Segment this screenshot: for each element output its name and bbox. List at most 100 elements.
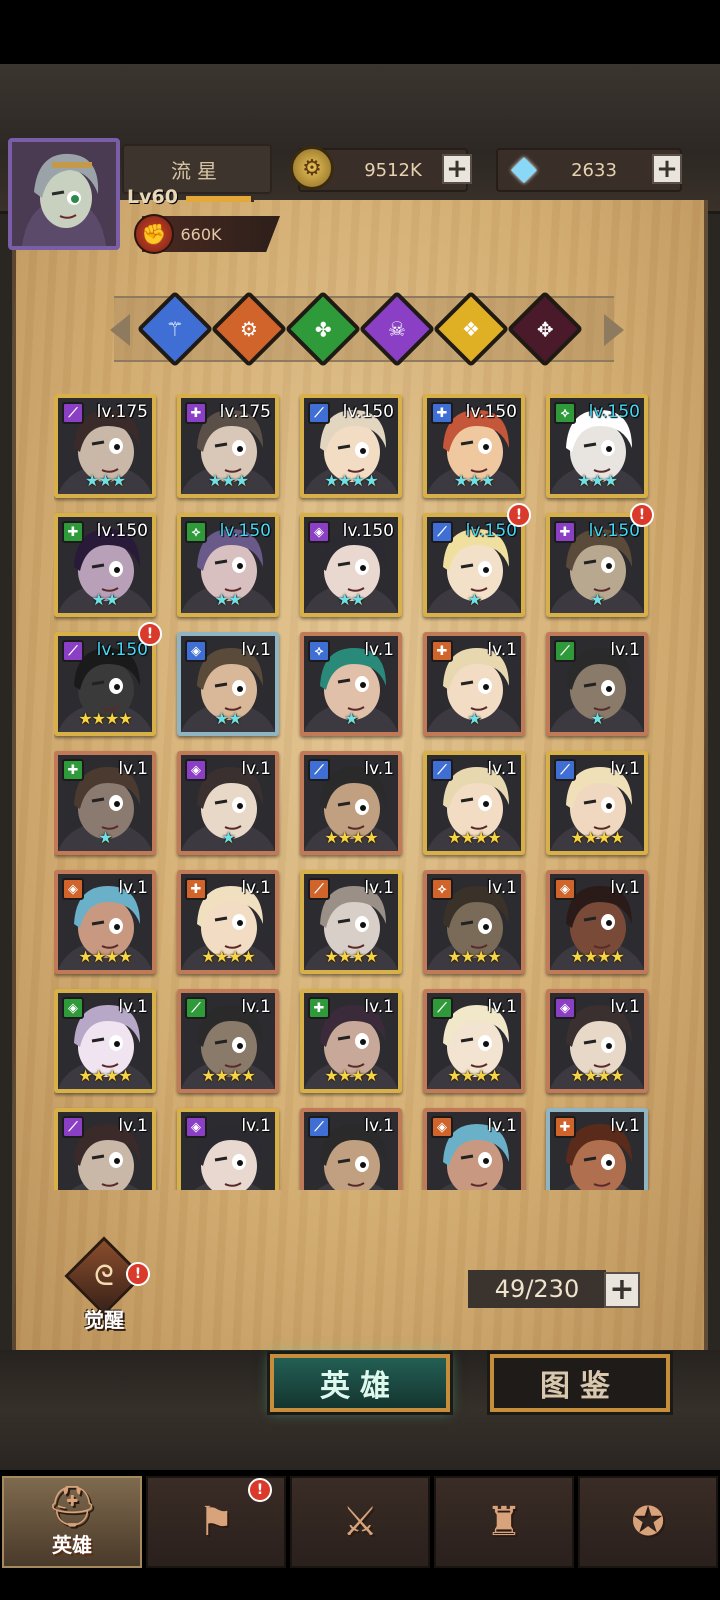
hero-card[interactable]: ⟋ lv.1 ★★★★ <box>300 870 402 974</box>
hero-level: lv.150 <box>96 640 148 660</box>
hero-card[interactable]: ⟋ lv.150 ★★★★ <box>300 394 402 498</box>
nav-battle[interactable]: ⚔ <box>290 1476 430 1568</box>
nav-heroes[interactable]: ⛑ 英雄 <box>2 1476 142 1568</box>
hero-star-rating: ★★ <box>337 590 366 609</box>
hero-class-icon: ◈ <box>62 878 84 900</box>
hero-card[interactable]: ⟋ lv.1 ★★★★ <box>177 989 279 1093</box>
hero-card[interactable]: ◈ lv.1 ★★★★ <box>54 870 156 974</box>
hero-level: lv.1 <box>364 878 394 898</box>
hero-level: lv.1 <box>118 878 148 898</box>
hero-star-rating: ★★★ <box>84 471 126 490</box>
hero-class-icon: ◈ <box>185 759 207 781</box>
hero-card[interactable]: ◈ lv.1 ★★ <box>177 632 279 736</box>
hero-card[interactable]: ⟋ lv.1 <box>54 1108 156 1190</box>
hero-class-icon: ◈ <box>554 878 576 900</box>
xp-bar-fill <box>186 196 251 202</box>
hero-level: lv.1 <box>487 640 517 660</box>
hero-level: lv.1 <box>487 878 517 898</box>
gold-coin-icon: ⚙ <box>290 146 334 190</box>
hero-card[interactable]: ⟡ lv.150 ★★ <box>177 513 279 617</box>
hero-level: lv.1 <box>118 759 148 779</box>
hero-card[interactable]: ◈ lv.1 ★★★★ <box>546 870 648 974</box>
tower-icon: ♜ <box>486 1499 522 1545</box>
hero-card[interactable]: ◈ lv.1 ★★★★ <box>54 989 156 1093</box>
hero-star-rating: ★★★★ <box>78 947 132 966</box>
hero-card[interactable]: ✚ lv.1 <box>546 1108 648 1190</box>
hero-class-icon: ✚ <box>62 521 84 543</box>
hero-card[interactable]: ⟋ lv.1 ★★★★ <box>423 751 525 855</box>
faction-orange-icon: ⚙ <box>240 317 258 341</box>
hero-card[interactable]: ✚ lv.150 ★ <box>546 513 648 617</box>
expand-capacity-button[interactable]: + <box>604 1272 640 1308</box>
hero-card[interactable]: ⟡ lv.1 ★ <box>300 632 402 736</box>
hero-star-rating: ★★★★ <box>447 947 501 966</box>
hero-card[interactable]: ⟋ lv.1 ★ <box>546 632 648 736</box>
hero-card[interactable]: ⟡ lv.150 ★★★ <box>546 394 648 498</box>
hero-star-rating: ★★★★ <box>324 471 378 490</box>
nav-guild[interactable]: ✪ <box>578 1476 718 1568</box>
hero-star-rating: ★ <box>590 709 604 728</box>
hero-level: lv.150 <box>465 521 517 541</box>
hero-level: lv.1 <box>487 997 517 1017</box>
fist-icon: ✊ <box>134 214 174 254</box>
hero-card[interactable]: ⟋ lv.175 ★★★ <box>54 394 156 498</box>
hero-count: 49/230 <box>468 1270 606 1308</box>
diamond-icon: ◆ <box>510 148 538 188</box>
hero-level: lv.150 <box>342 402 394 422</box>
hero-card[interactable]: ⟋ lv.150 ★★★★ <box>54 632 156 736</box>
player-avatar[interactable] <box>8 138 120 250</box>
faction-next-arrow-icon[interactable] <box>604 314 624 346</box>
awaken-alert-badge: ! <box>126 1262 150 1286</box>
hero-level: lv.1 <box>118 997 148 1017</box>
hero-card[interactable]: ✚ lv.1 ★★★★ <box>177 870 279 974</box>
hero-class-icon: ⟋ <box>308 402 330 424</box>
nav-tower[interactable]: ♜ <box>434 1476 574 1568</box>
hero-card[interactable]: ⟡ lv.1 ★★★★ <box>423 870 525 974</box>
hero-card[interactable]: ◈ lv.150 ★★ <box>300 513 402 617</box>
hero-card[interactable]: ✚ lv.1 ★★★★ <box>300 989 402 1093</box>
awaken-button[interactable]: ᘓ 觉醒 ! <box>62 1236 150 1332</box>
hero-card[interactable]: ◈ lv.1 ★★★★ <box>546 989 648 1093</box>
expedition-icon: ⚑ <box>198 1499 234 1545</box>
xp-bar <box>186 196 254 202</box>
tab-codex[interactable]: 图鉴 <box>490 1354 670 1412</box>
hero-class-icon: ⟋ <box>62 1116 84 1138</box>
hero-star-rating: ★★★★ <box>201 1066 255 1085</box>
hero-card[interactable]: ✚ lv.150 ★★ <box>54 513 156 617</box>
hero-star-rating: ★★★★ <box>570 828 624 847</box>
faction-prev-arrow-icon[interactable] <box>110 314 130 346</box>
hero-card[interactable]: ◈ lv.1 <box>423 1108 525 1190</box>
hero-card[interactable]: ⟋ lv.150 ★ <box>423 513 525 617</box>
hero-class-icon: ⟋ <box>62 640 84 662</box>
hero-card[interactable]: ✚ lv.1 ★ <box>54 751 156 855</box>
hero-card[interactable]: ⟋ lv.1 <box>300 1108 402 1190</box>
hero-level: lv.175 <box>96 402 148 422</box>
hero-level: lv.1 <box>364 1116 394 1136</box>
hero-class-icon: ◈ <box>62 997 84 1019</box>
hero-card[interactable]: ⟋ lv.1 ★★★★ <box>300 751 402 855</box>
hero-class-icon: ◈ <box>554 997 576 1019</box>
add-gold-button[interactable]: + <box>442 154 472 184</box>
hero-card[interactable]: ✚ lv.1 ★ <box>423 632 525 736</box>
hero-level: lv.1 <box>241 878 271 898</box>
hero-class-icon: ⟋ <box>431 997 453 1019</box>
combat-power-value: 660K <box>180 224 222 244</box>
hero-card[interactable]: ⟋ lv.1 ★★★★ <box>546 751 648 855</box>
hero-level: lv.1 <box>487 759 517 779</box>
hero-star-rating: ★★★★ <box>324 947 378 966</box>
tab-heroes[interactable]: 英雄 <box>270 1354 450 1412</box>
add-diamond-button[interactable]: + <box>652 154 682 184</box>
hero-card[interactable]: ◈ lv.1 <box>177 1108 279 1190</box>
hero-class-icon: ✚ <box>431 402 453 424</box>
avatar-portrait <box>12 142 116 246</box>
hero-level: lv.150 <box>219 521 271 541</box>
hero-card[interactable]: ◈ lv.1 ★ <box>177 751 279 855</box>
hero-level: lv.150 <box>588 402 640 422</box>
hero-level: lv.1 <box>241 640 271 660</box>
hero-class-icon: ⟋ <box>431 521 453 543</box>
hero-card[interactable]: ⟋ lv.1 ★★★★ <box>423 989 525 1093</box>
hero-card[interactable]: ✚ lv.150 ★★★ <box>423 394 525 498</box>
nav-alert-badge: ! <box>248 1478 272 1502</box>
status-area <box>0 0 720 64</box>
hero-card[interactable]: ✚ lv.175 ★★★ <box>177 394 279 498</box>
